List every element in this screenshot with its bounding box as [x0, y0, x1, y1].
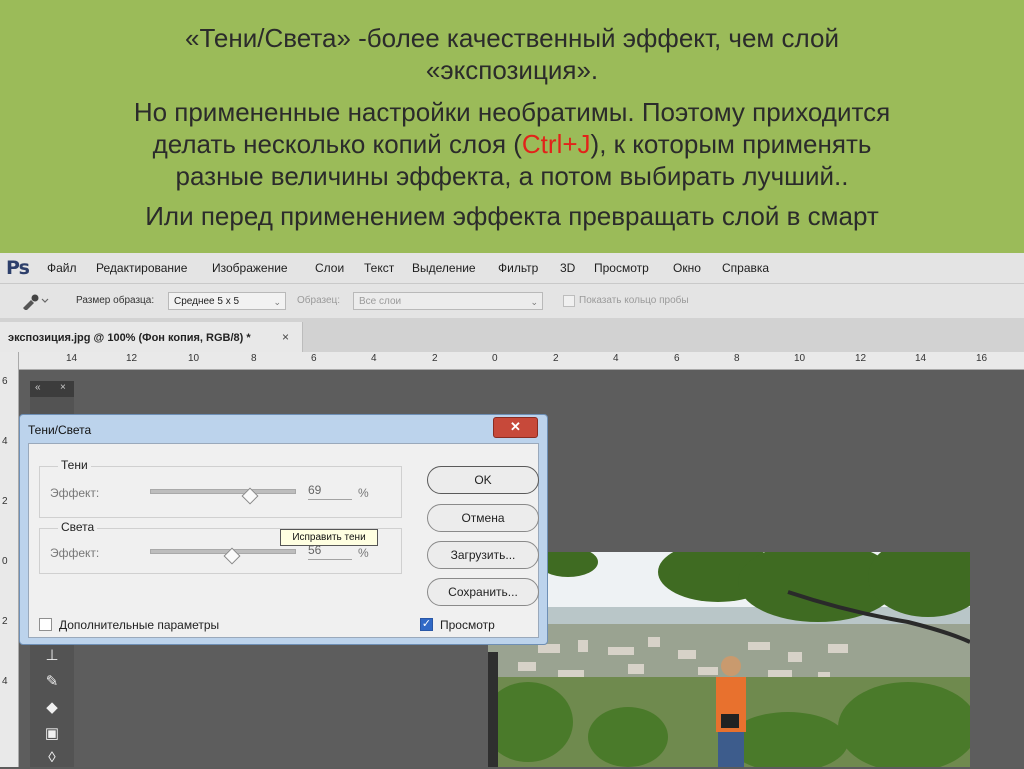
slide-text-line-hotkey: делать несколько копий слоя (Ctrl+J), к …	[0, 128, 1024, 160]
show-ring-label: Показать кольцо пробы	[579, 295, 689, 306]
menu-layers[interactable]: Слои	[315, 261, 344, 275]
ruler-label: 6	[311, 353, 317, 364]
ruler-label: 4	[2, 676, 8, 687]
document-tab-bar: экспозиция.jpg @ 100% (Фон копия, RGB/8)…	[0, 318, 1024, 353]
photoshop-logo: Ps	[6, 257, 30, 279]
shadows-effect-label: Эффект:	[50, 486, 100, 500]
slide-text-line: разные величины эффекта, а потом выбират…	[175, 161, 849, 191]
ruler-label: 4	[371, 353, 377, 364]
menu-file[interactable]: Файл	[47, 261, 77, 275]
slide-header: «Тени/Света» -более качественный эффект,…	[0, 0, 1024, 253]
horizontal-ruler: 14 12 10 8 6 4 2 0 2 4 6 8 10 12 14 16	[18, 352, 1024, 370]
sample-value: Все слои	[359, 296, 402, 307]
ruler-label: 14	[915, 353, 927, 364]
ruler-label: 12	[855, 353, 867, 364]
slide-paragraph-3: Или перед применением эффекта превращать…	[0, 200, 1024, 232]
sample-size-label: Размер образца:	[76, 295, 155, 306]
eyedropper-icon[interactable]	[20, 292, 50, 310]
slide-text-line: «экспозиция».	[425, 55, 599, 85]
chevron-down-icon: ⌄	[530, 297, 538, 307]
menu-edit[interactable]: Редактирование	[96, 261, 187, 275]
highlights-slider-track[interactable]	[150, 549, 296, 554]
more-options-checkbox[interactable]	[39, 618, 52, 631]
ruler-label: 14	[66, 353, 78, 364]
cancel-button[interactable]: Отмена	[427, 504, 539, 532]
ruler-label: 2	[553, 353, 559, 364]
menu-view[interactable]: Просмотр	[594, 261, 649, 275]
close-icon[interactable]: ×	[282, 330, 289, 344]
ruler-label: 0	[2, 556, 8, 567]
ruler-label: 2	[2, 616, 8, 627]
ruler-label: 6	[674, 353, 680, 364]
tools-panel-header: « ×	[30, 381, 74, 397]
shadows-group-label: Тени	[58, 458, 91, 472]
document-photo[interactable]	[488, 552, 970, 767]
ruler-label: 2	[432, 353, 438, 364]
ruler-label: 10	[188, 353, 200, 364]
ruler-label: 4	[613, 353, 619, 364]
slide-text-part: делать несколько копий слоя (	[152, 129, 522, 159]
hotkey-text: Ctrl+J	[521, 129, 591, 159]
slide-text-line: Или перед применением эффекта превращать…	[145, 201, 879, 231]
save-button[interactable]: Сохранить...	[427, 578, 539, 606]
ruler-label: 8	[734, 353, 740, 364]
history-brush-tool-icon[interactable]: ✎	[40, 671, 64, 693]
shadows-value-input[interactable]: 69	[308, 482, 352, 500]
blur-tool-icon[interactable]: ◊	[40, 747, 64, 769]
menu-help[interactable]: Справка	[722, 261, 769, 275]
dialog-title: Тени/Света	[28, 423, 92, 437]
ruler-label: 4	[2, 436, 8, 447]
sample-size-select[interactable]: Среднее 5 x 5 ⌄	[168, 292, 286, 310]
sample-label: Образец:	[297, 295, 341, 306]
chevron-down-icon: ⌄	[273, 297, 281, 307]
document-tab-title: экспозиция.jpg @ 100% (Фон копия, RGB/8)…	[8, 332, 251, 344]
sample-select[interactable]: Все слои ⌄	[353, 292, 543, 310]
landscape-photo	[488, 552, 970, 767]
ruler-label: 10	[794, 353, 806, 364]
shadows-value: 69	[308, 483, 322, 497]
highlights-group-label: Света	[58, 520, 98, 534]
shadows-unit: %	[358, 486, 369, 500]
ruler-label: 0	[492, 353, 498, 364]
menu-image[interactable]: Изображение	[212, 261, 288, 275]
options-bar: Размер образца: Среднее 5 x 5 ⌄ Образец:…	[0, 284, 1024, 319]
highlights-unit: %	[358, 546, 369, 560]
ruler-label: 2	[2, 496, 8, 507]
more-options-label: Дополнительные параметры	[59, 618, 220, 632]
ruler-label: 8	[251, 353, 257, 364]
collapse-icon[interactable]: «	[35, 382, 41, 393]
ruler-label: 16	[976, 353, 988, 364]
preview-checkbox[interactable]: ✓	[420, 618, 433, 631]
stamp-tool-icon[interactable]: ⊥	[40, 645, 64, 667]
menu-bar: Ps Файл Редактирование Изображение Слои …	[0, 253, 1024, 284]
slide-text-line: «Тени/Света» -более качественный эффект,…	[185, 23, 839, 53]
ok-button[interactable]: OK	[427, 466, 539, 494]
slide-paragraph-1: «Тени/Света» -более качественный эффект,…	[0, 22, 1024, 86]
slide-text-part: ), к которым применять	[590, 129, 872, 159]
slide-text-line: Но примененные настройки необратимы. Поэ…	[133, 97, 891, 127]
highlights-effect-label: Эффект:	[50, 546, 100, 560]
slide-paragraph-2: Но примененные настройки необратимы. Поэ…	[0, 96, 1024, 192]
shadows-slider-track[interactable]	[150, 489, 296, 494]
menu-type[interactable]: Текст	[364, 261, 394, 275]
document-tab[interactable]: экспозиция.jpg @ 100% (Фон копия, RGB/8)…	[0, 322, 303, 352]
dialog-close-button[interactable]: ✕	[493, 417, 538, 438]
ruler-label: 12	[126, 353, 138, 364]
menu-3d[interactable]: 3D	[560, 261, 575, 275]
sample-size-value: Среднее 5 x 5	[174, 296, 240, 307]
menu-filter[interactable]: Фильтр	[498, 261, 538, 275]
tooltip: Исправить тени	[280, 529, 378, 546]
shadows-group: Тени Эффект: 69 %	[39, 458, 402, 518]
show-ring-checkbox[interactable]	[563, 295, 575, 307]
preview-label: Просмотр	[440, 618, 495, 632]
ruler-label: 6	[2, 376, 8, 387]
menu-select[interactable]: Выделение	[412, 261, 476, 275]
eraser-tool-icon[interactable]: ◆	[40, 697, 64, 719]
gradient-tool-icon[interactable]: ▣	[40, 723, 64, 745]
load-button[interactable]: Загрузить...	[427, 541, 539, 569]
menu-window[interactable]: Окно	[673, 261, 701, 275]
close-icon[interactable]: ×	[60, 382, 66, 393]
vertical-ruler: 6 4 2 0 2 4	[0, 352, 19, 767]
